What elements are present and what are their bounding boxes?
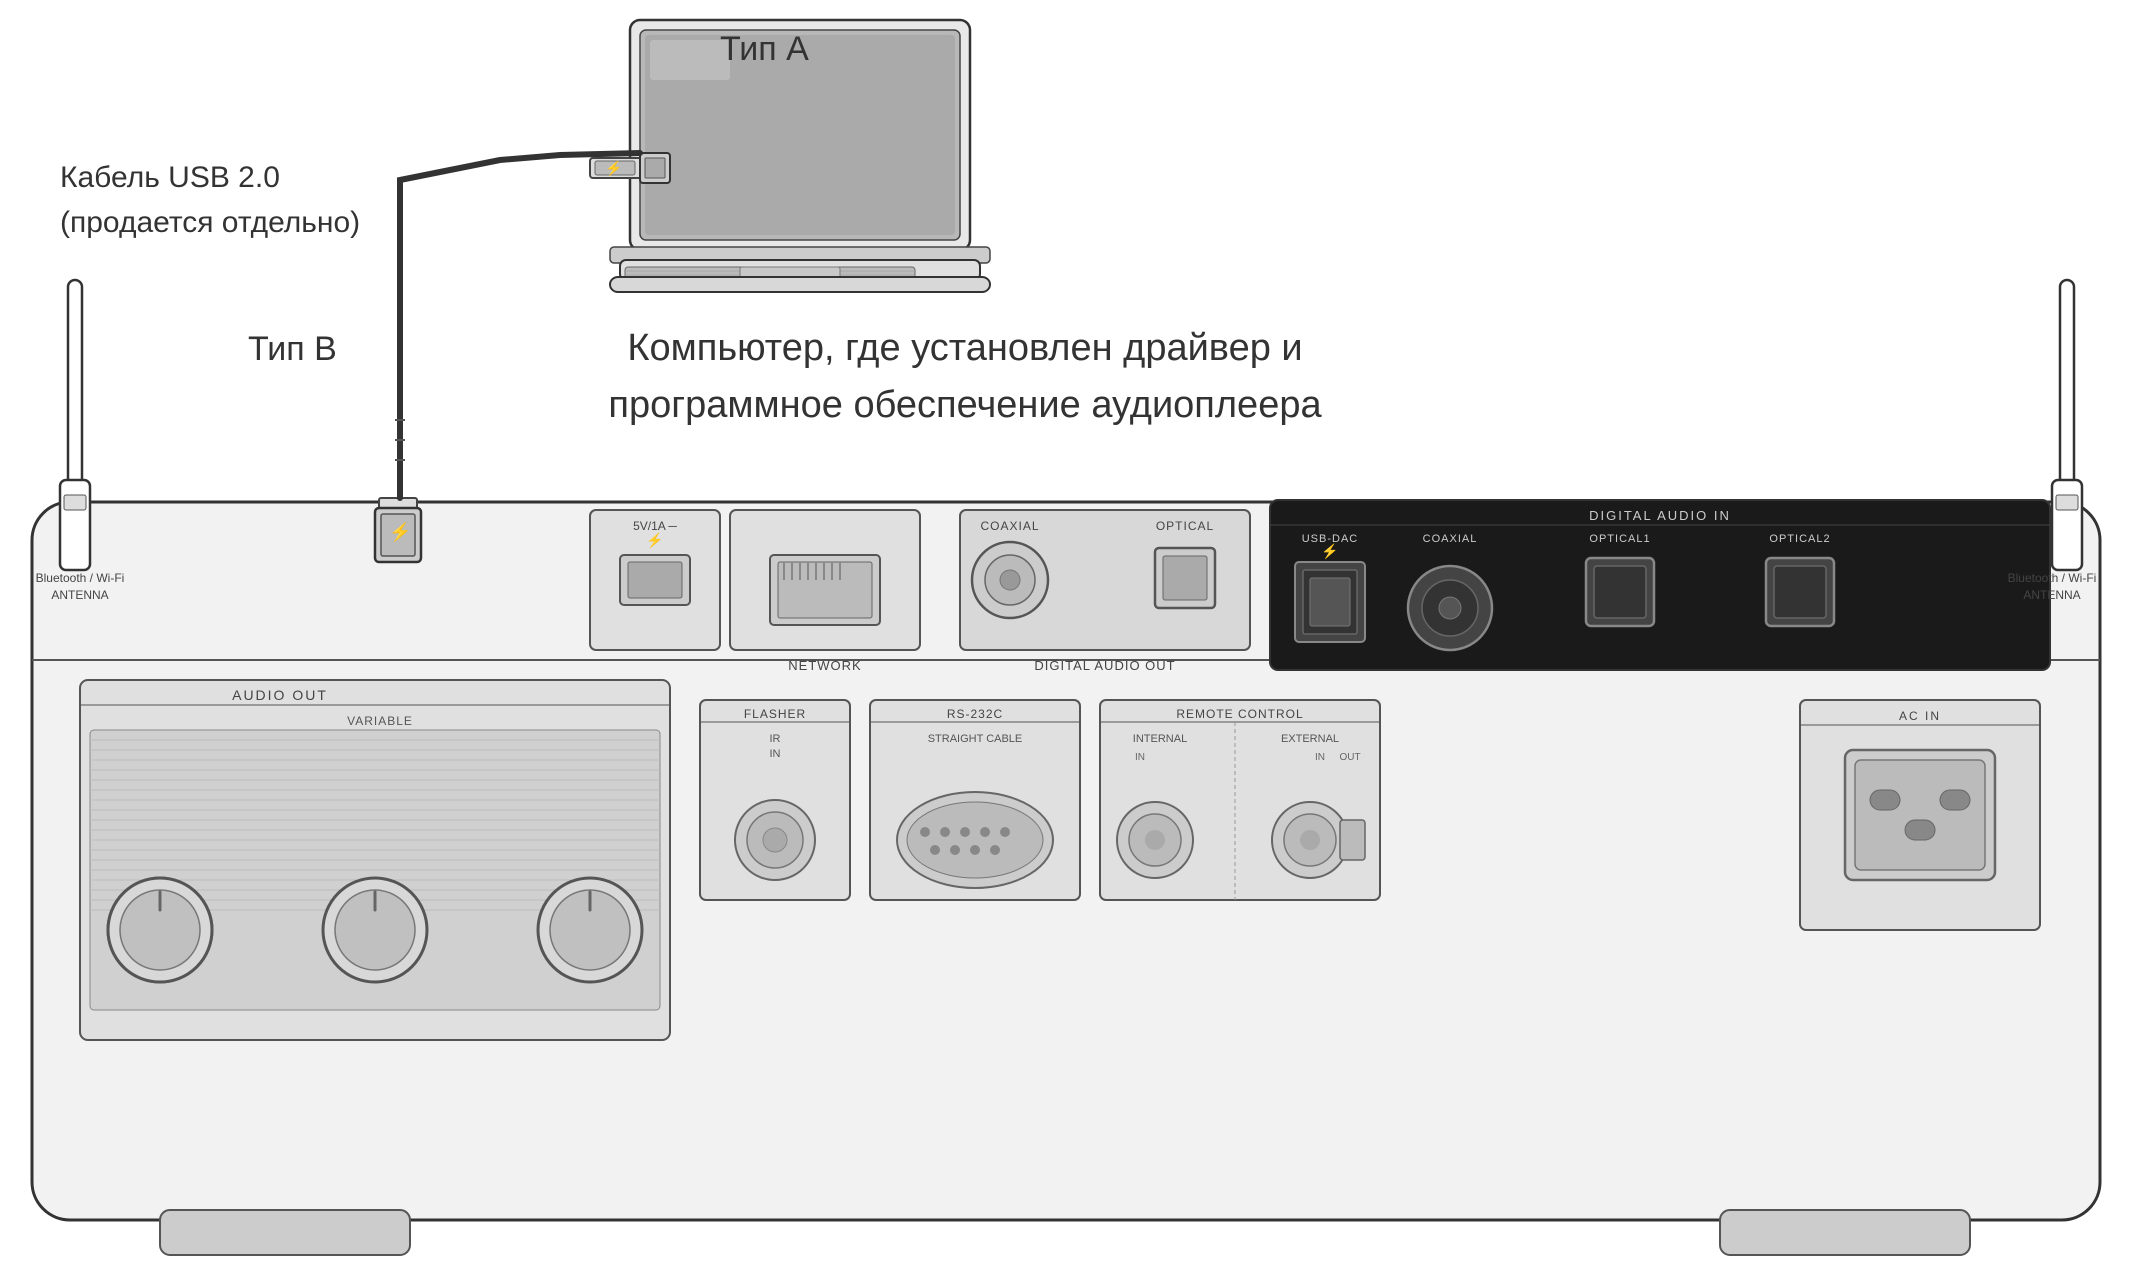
svg-text:VARIABLE: VARIABLE (347, 714, 413, 728)
usb-cable-label: Кабель USB 2.0 (продается отдельно) (60, 155, 360, 245)
svg-text:⚡: ⚡ (605, 160, 622, 177)
svg-text:⚡: ⚡ (646, 532, 663, 549)
svg-text:STRAIGHT CABLE: STRAIGHT CABLE (928, 733, 1023, 745)
svg-text:IR: IR (770, 733, 781, 745)
svg-text:OPTICAL1: OPTICAL1 (1589, 533, 1650, 545)
bluetooth-antenna-label-right: Bluetooth / Wi-FiANTENNA (1982, 570, 2122, 604)
svg-text:DIGITAL AUDIO IN: DIGITAL AUDIO IN (1589, 508, 1731, 523)
svg-text:COAXIAL: COAXIAL (980, 519, 1039, 533)
svg-text:⚡: ⚡ (389, 521, 411, 543)
svg-text:EXTERNAL: EXTERNAL (1281, 733, 1339, 745)
svg-text:DIGITAL AUDIO OUT: DIGITAL AUDIO OUT (1034, 658, 1175, 673)
svg-text:FLASHER: FLASHER (744, 707, 806, 721)
svg-text:OUT: OUT (1339, 752, 1360, 763)
svg-text:⚡: ⚡ (1321, 543, 1338, 560)
svg-text:IN: IN (1315, 752, 1325, 763)
svg-text:OPTICAL2: OPTICAL2 (1769, 533, 1830, 545)
bluetooth-antenna-label-left: Bluetooth / Wi-FiBluetooth / Wi-Fi ANTEN… (20, 570, 140, 604)
tip-b-label: Тип В (248, 330, 337, 369)
diagram-container: ⚡ ⚡ (0, 0, 2132, 1271)
svg-text:RS-232C: RS-232C (947, 707, 1003, 721)
svg-text:5V/1A ─: 5V/1A ─ (633, 519, 677, 533)
svg-text:OPTICAL: OPTICAL (1156, 519, 1214, 533)
svg-text:IN: IN (1135, 752, 1145, 763)
svg-text:AC IN: AC IN (1899, 709, 1941, 723)
svg-text:REMOTE CONTROL: REMOTE CONTROL (1176, 707, 1303, 721)
svg-text:INTERNAL: INTERNAL (1133, 733, 1187, 745)
svg-text:NETWORK: NETWORK (788, 658, 861, 673)
svg-text:USB-DAC: USB-DAC (1302, 533, 1359, 545)
svg-text:IN: IN (770, 748, 781, 760)
svg-text:COAXIAL: COAXIAL (1423, 533, 1478, 545)
svg-text:AUDIO OUT: AUDIO OUT (232, 687, 328, 703)
computer-description: Компьютер, где установлен драйвер и прог… (490, 320, 1440, 434)
tip-a-label: Тип А (720, 30, 809, 69)
